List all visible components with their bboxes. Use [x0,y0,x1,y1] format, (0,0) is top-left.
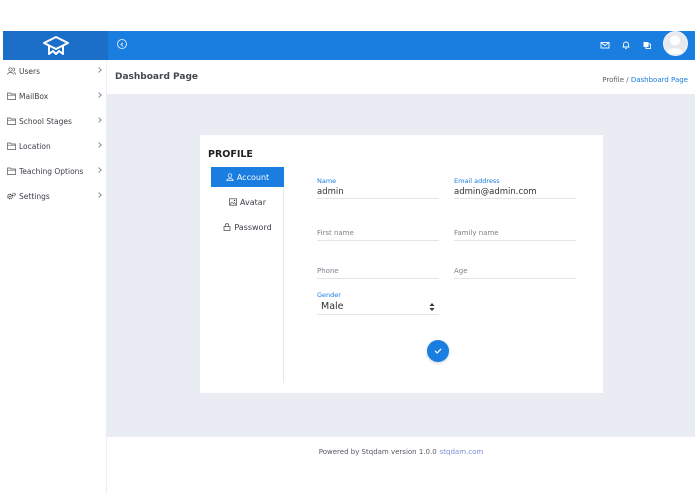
first-name-field[interactable]: First name [317,226,439,241]
gender-select[interactable]: Gender Male [317,291,439,315]
gender-value[interactable]: Male [317,300,439,314]
bell-icon[interactable] [621,40,631,50]
email-label: Email address [454,177,500,185]
first-name-input[interactable]: First name [317,226,439,240]
sidebar-item-label: Settings [19,191,50,201]
footer-link[interactable]: stqdam.com [440,448,484,456]
age-field[interactable]: Age [454,264,576,279]
sidebar-item-location[interactable]: Location [3,136,107,156]
email-input[interactable]: admin@admin.com [454,186,576,198]
name-field[interactable]: Name admin [317,177,439,199]
chevron-right-icon [96,167,102,173]
user-silhouette-icon [666,35,684,54]
sidebar-item-label: Users [19,66,41,76]
profile-card: PROFILE Account Avatar Password Name adm… [200,135,603,393]
chevron-right-icon [96,92,102,98]
main-content: PROFILE Account Avatar Password Name adm… [107,94,695,437]
footer-text: Powered by Stqdam version 1.0.0 [318,447,437,456]
profile-tabs: Account Avatar Password [211,167,284,383]
tab-label: Account [236,172,270,182]
footer: Powered by Stqdam version 1.0.0 stqdam.c… [107,437,695,466]
sidebar-item-label: Location [19,141,51,151]
folder-icon [7,142,16,150]
chevron-right-icon [96,67,102,73]
page-header: Dashboard Page Profile / Dashboard Page [107,60,695,94]
gender-label: Gender [317,291,341,299]
family-name-input[interactable]: Family name [454,226,576,240]
user-avatar[interactable] [663,31,688,56]
breadcrumb-profile[interactable]: Profile [602,76,624,84]
sidebar-item-label: MailBox [19,91,49,101]
check-icon [434,348,442,354]
translate-icon[interactable] [642,40,652,50]
save-button[interactable] [427,340,449,362]
sidebar-item-teaching-options[interactable]: Teaching Options [3,161,107,181]
chevron-right-icon [96,142,102,148]
top-bar [3,31,695,60]
sidebar-item-label: Teaching Options [19,166,84,176]
name-label: Name [317,177,337,185]
breadcrumb: Profile / Dashboard Page [602,76,688,84]
sidebar-item-settings[interactable]: Settings [3,186,107,206]
sidebar-item-school-stages[interactable]: School Stages [3,111,107,131]
folder-icon [7,117,16,125]
tab-password[interactable]: Password [211,217,284,237]
email-field[interactable]: Email address admin@admin.com [454,177,576,199]
tab-label: Password [234,222,272,232]
select-arrows-icon [429,303,435,311]
user-icon [226,173,234,181]
breadcrumb-separator: / [626,76,629,84]
image-icon [229,198,237,206]
folder-icon [7,92,16,100]
tab-label: Avatar [240,197,266,207]
family-name-field[interactable]: Family name [454,226,576,241]
sidebar-item-mailbox[interactable]: MailBox [3,86,107,106]
phone-input[interactable]: Phone [317,264,439,278]
tab-account[interactable]: Account [211,167,284,187]
chevron-right-icon [96,192,102,198]
menu-toggle-icon[interactable] [117,39,127,49]
page-title: Dashboard Page [115,72,198,82]
sidebar-item-users[interactable]: Users [3,61,107,81]
mail-icon[interactable] [600,40,610,50]
name-input[interactable]: admin [317,186,439,198]
logo[interactable] [3,31,108,60]
sidebar-item-label: School Stages [19,116,72,126]
sidebar: Users MailBox School Stages Location Tea… [3,60,107,494]
profile-title: PROFILE [208,149,253,160]
age-input[interactable]: Age [454,264,576,278]
gears-icon [7,192,16,200]
folder-icon [7,167,16,175]
phone-field[interactable]: Phone [317,264,439,279]
tab-avatar[interactable]: Avatar [211,192,284,212]
breadcrumb-current[interactable]: Dashboard Page [631,76,688,84]
lock-icon [223,223,231,231]
chevron-right-icon [96,117,102,123]
users-icon [7,67,16,75]
graduation-cap-icon [42,35,69,55]
